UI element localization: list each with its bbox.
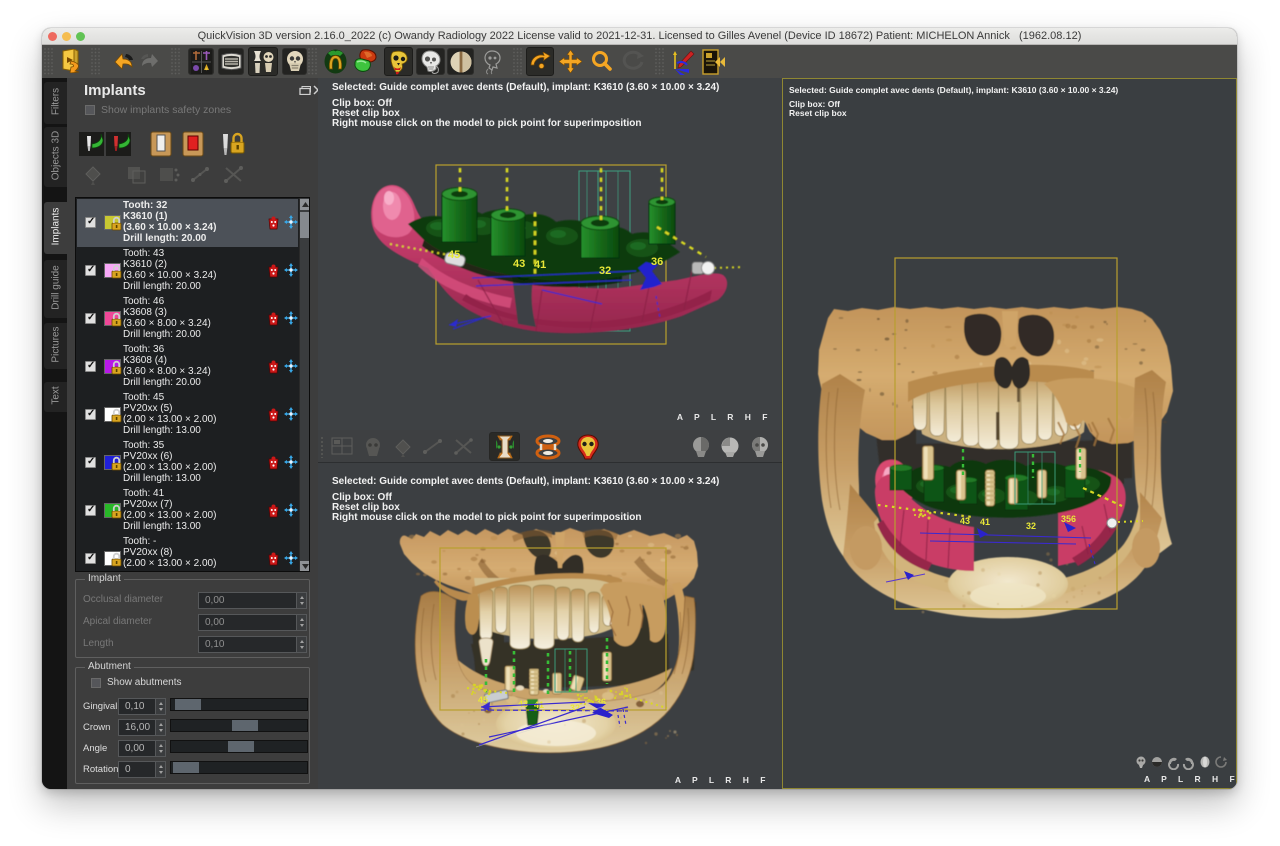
svg-text:356: 356 — [1061, 514, 1076, 524]
svg-text:43: 43 — [960, 516, 970, 526]
svg-text:36: 36 — [596, 697, 606, 707]
svg-text:32: 32 — [570, 703, 580, 713]
svg-text:45: 45 — [478, 695, 488, 705]
svg-text:41: 41 — [534, 259, 546, 271]
svg-text:32: 32 — [599, 265, 611, 277]
svg-text:41: 41 — [980, 517, 990, 527]
svg-text:41: 41 — [534, 700, 544, 710]
svg-text:43: 43 — [518, 699, 528, 709]
svg-text:36: 36 — [651, 256, 663, 268]
svg-text:43: 43 — [513, 258, 525, 270]
svg-text:45: 45 — [448, 249, 460, 261]
svg-text:32: 32 — [1026, 521, 1036, 531]
